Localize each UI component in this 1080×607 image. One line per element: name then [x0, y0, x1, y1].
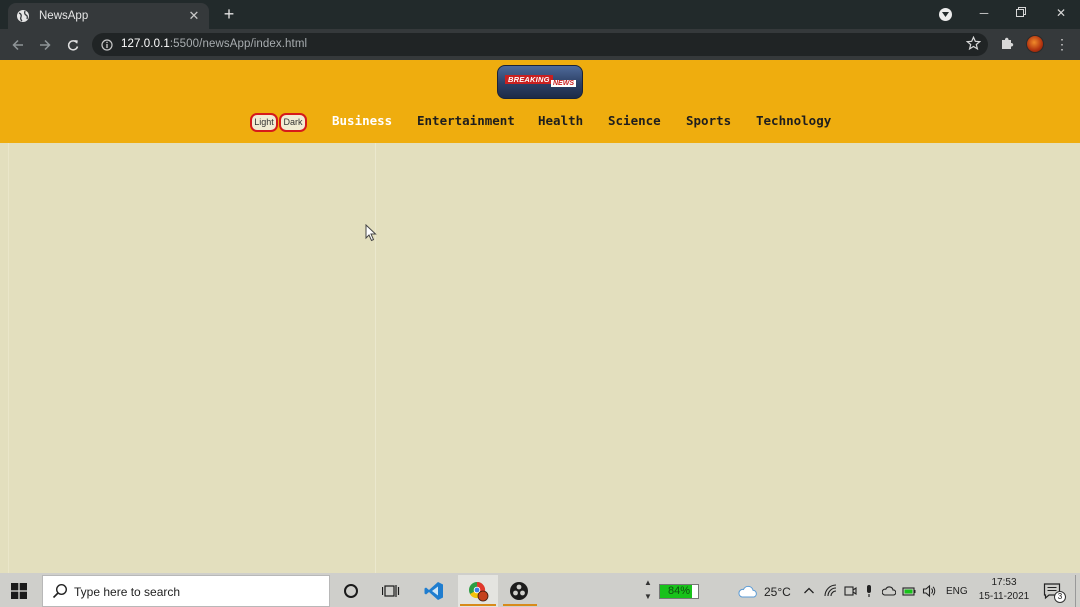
taskbar-search-placeholder: Type here to search — [74, 585, 181, 599]
forward-arrow-icon[interactable] — [36, 36, 54, 54]
nav-category-health[interactable]: Health — [538, 113, 583, 128]
search-icon — [52, 583, 68, 599]
battery-status-icon[interactable] — [902, 584, 916, 598]
logo-text-breaking: BREAKING — [505, 75, 553, 84]
tab-title: NewsApp — [39, 10, 89, 22]
clock-time: 17:53 — [991, 577, 1017, 588]
profile-avatar[interactable] — [1026, 35, 1044, 53]
task-view-icon[interactable] — [377, 578, 405, 604]
input-language-indicator[interactable]: ENG — [946, 586, 968, 597]
tab-close-icon[interactable]: ✕ — [187, 8, 201, 24]
new-tab-button[interactable]: + — [219, 4, 239, 24]
battery-meter[interactable]: 84% — [659, 584, 699, 599]
reload-icon[interactable] — [64, 36, 82, 54]
nav-category-technology[interactable]: Technology — [756, 113, 831, 128]
obs-running-indicator — [503, 604, 537, 606]
breaking-news-logo[interactable]: BREAKING NEWS — [497, 65, 583, 99]
site-info-icon[interactable] — [101, 38, 113, 51]
microphone-icon[interactable] — [862, 584, 876, 598]
tray-scroll-arrows-icon[interactable]: ▲ ▼ — [642, 576, 654, 606]
mouse-cursor-icon — [365, 223, 377, 242]
battery-percent: 84% — [667, 585, 691, 597]
chrome-running-indicator — [460, 604, 496, 606]
tab-search-icon[interactable] — [939, 8, 952, 21]
bookmark-star-icon[interactable] — [965, 35, 982, 51]
restore-icon[interactable] — [1011, 5, 1031, 21]
cloud-weather-icon[interactable] — [738, 584, 758, 598]
news-content-area — [0, 143, 1080, 573]
nav-category-business[interactable]: Business — [332, 113, 392, 128]
nav-category-science[interactable]: Science — [608, 113, 661, 128]
close-window-icon[interactable]: ✕ — [1051, 5, 1071, 21]
windows-start-icon[interactable] — [11, 583, 27, 599]
globe-icon — [16, 9, 30, 23]
wifi-icon[interactable] — [823, 584, 837, 598]
temperature-text[interactable]: 25°C — [764, 585, 791, 599]
content-divider-middle — [375, 143, 376, 573]
speaker-volume-icon[interactable] — [922, 584, 936, 598]
meet-now-icon[interactable] — [843, 584, 857, 598]
cortana-icon[interactable] — [337, 578, 365, 604]
minimize-icon[interactable]: ─ — [974, 5, 994, 21]
chrome-icon[interactable] — [464, 578, 492, 604]
vscode-icon[interactable] — [420, 578, 448, 604]
url-path: :5500/newsApp/index.html — [169, 38, 308, 50]
notification-count-badge: 3 — [1054, 591, 1066, 603]
url-host: 127.0.0.1 — [121, 38, 170, 50]
url-text[interactable]: 127.0.0.1:5500/newsApp/index.html — [121, 38, 307, 50]
extensions-puzzle-icon[interactable] — [1000, 36, 1015, 51]
browser-menu-icon[interactable]: ⋮ — [1055, 36, 1069, 52]
logo-text-news: NEWS — [551, 80, 576, 87]
dark-theme-button[interactable]: Dark — [279, 113, 307, 132]
clock-date: 15-11-2021 — [978, 591, 1030, 602]
taskbar-clock[interactable]: 17:53 15-11-2021 — [975, 576, 1033, 604]
onedrive-cloud-icon[interactable] — [881, 584, 897, 598]
back-arrow-icon[interactable] — [9, 36, 27, 54]
show-desktop-button[interactable] — [1075, 575, 1076, 607]
obs-icon[interactable] — [505, 578, 533, 604]
browser-tab[interactable]: NewsApp ✕ — [8, 3, 209, 29]
light-theme-button[interactable]: Light — [250, 113, 278, 132]
nav-category-entertainment[interactable]: Entertainment — [417, 113, 515, 128]
show-hidden-icons-chevron-icon[interactable] — [803, 584, 815, 596]
content-divider-left — [8, 143, 9, 573]
nav-category-sports[interactable]: Sports — [686, 113, 731, 128]
